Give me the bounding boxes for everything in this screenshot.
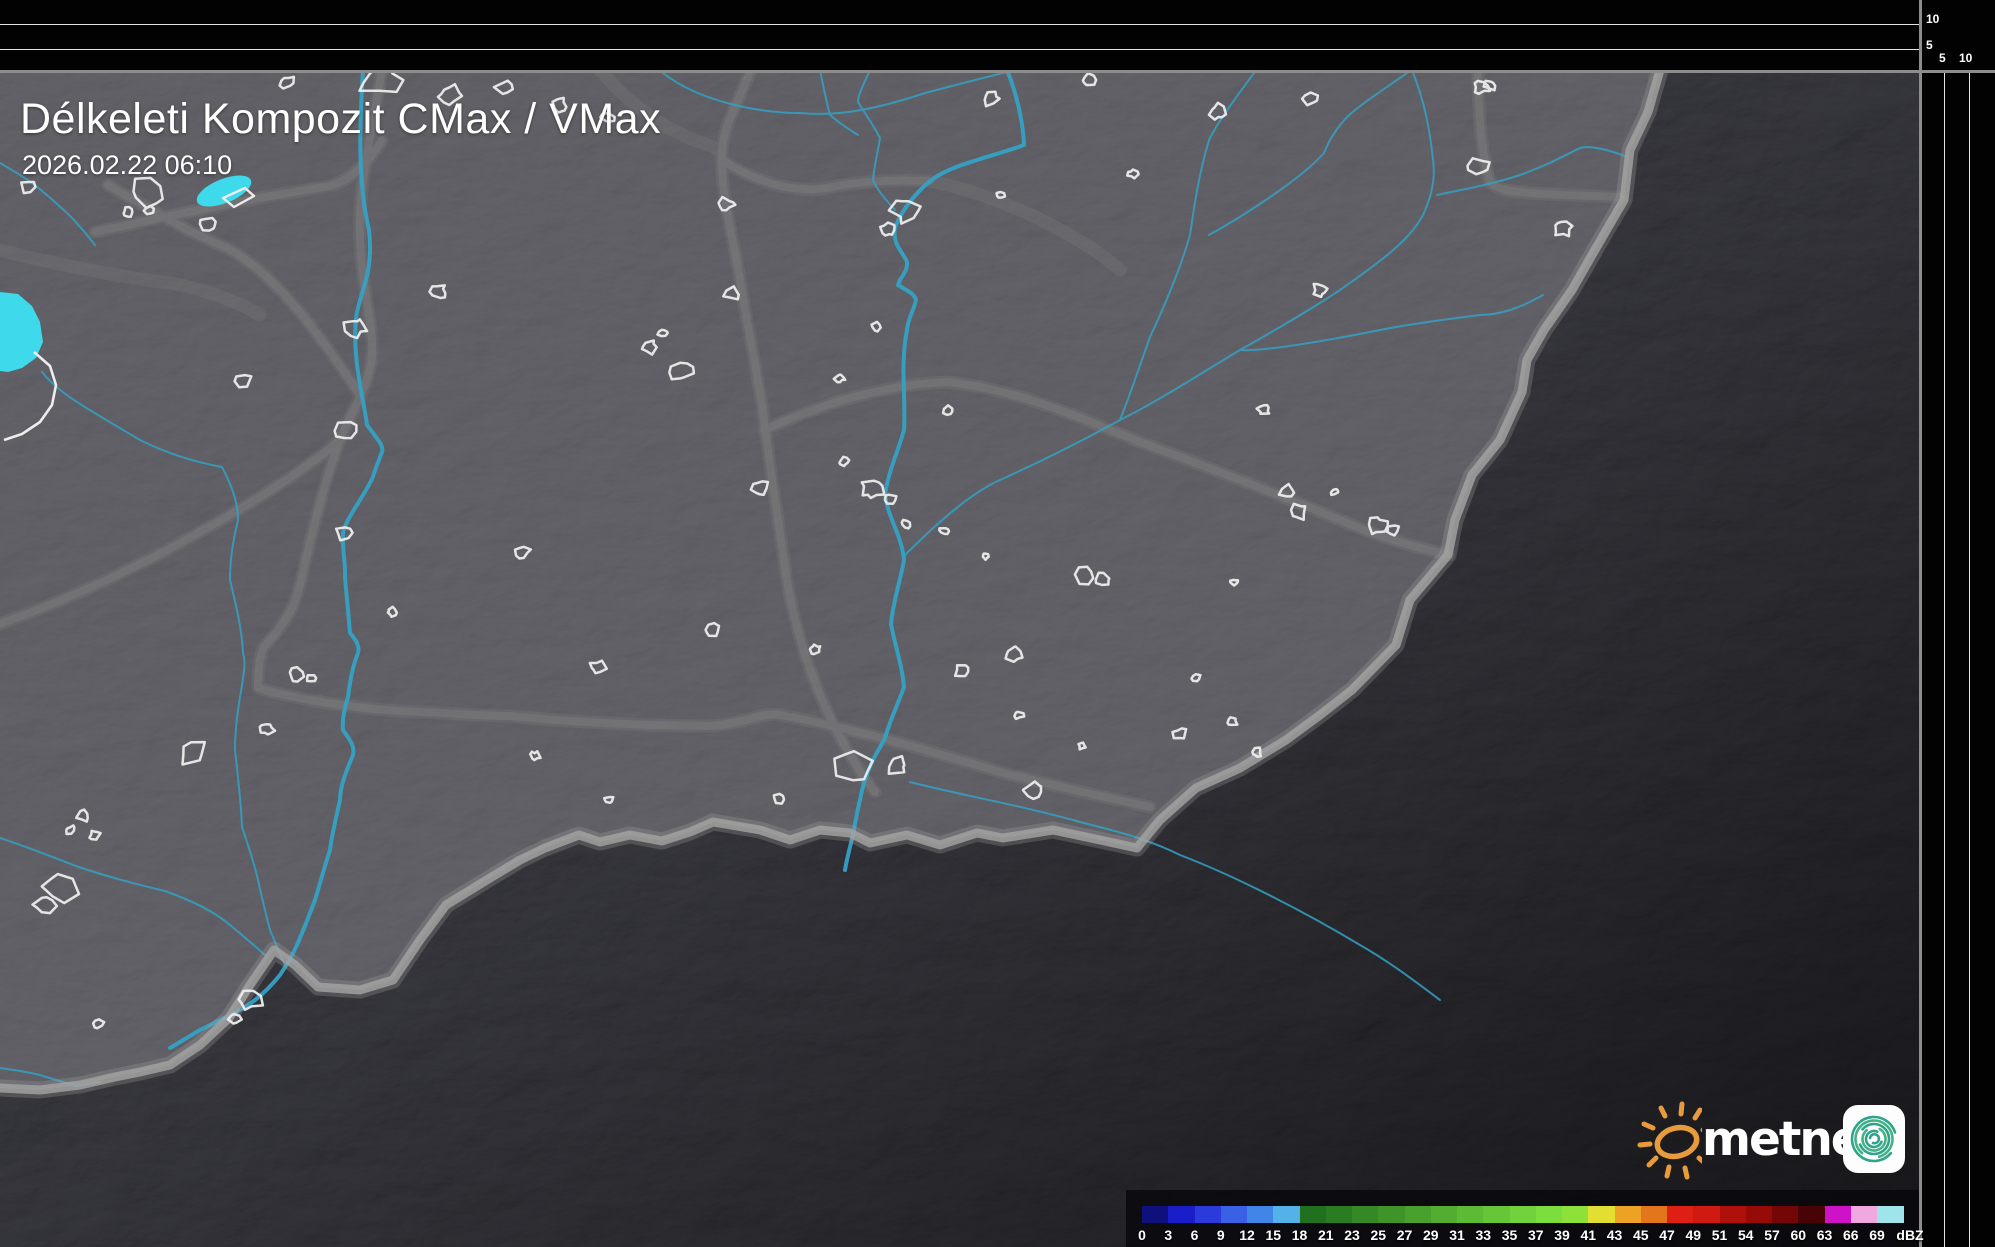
colorbar-segment-45 [1641, 1206, 1668, 1223]
radar-composite-window: 10 5 5 10 Délkeleti Kompozit CMax / VMax… [0, 0, 1995, 1247]
colorbar-segment-60 [1798, 1206, 1825, 1223]
height-gridline-5km-top [0, 49, 1919, 50]
colorbar-unit-label: dBZ [1890, 1227, 1930, 1243]
map-right-divider [1919, 0, 1922, 1247]
colorbar-segment-35 [1510, 1206, 1537, 1223]
colorbar-segment-57 [1772, 1206, 1799, 1223]
height-gridline-5km-right [1944, 73, 1945, 1247]
colorbar-segment-69 [1877, 1206, 1904, 1223]
colorbar-segment-39 [1562, 1206, 1589, 1223]
height-scale-label-10: 10 [1926, 13, 1939, 25]
colorbar-segment-21 [1326, 1206, 1353, 1223]
colorbar-segment-47 [1667, 1206, 1694, 1223]
sun-icon [1636, 1098, 1702, 1182]
colorbar-segment-49 [1693, 1206, 1720, 1223]
colorbar-segment-0 [1142, 1206, 1169, 1223]
colorbar-segment-29 [1431, 1206, 1458, 1223]
colorbar-segment-23 [1352, 1206, 1379, 1223]
colorbar-segment-63 [1825, 1206, 1852, 1223]
colorbar-segment-15 [1273, 1206, 1300, 1223]
colorbar-segment-31 [1457, 1206, 1484, 1223]
colorbar-segment-41 [1588, 1206, 1615, 1223]
height-scale-label-5: 5 [1926, 39, 1933, 51]
height-gridline-10km-right [1969, 73, 1970, 1247]
metnet-app-icon [1843, 1105, 1905, 1173]
colorbar-segment-27 [1405, 1206, 1432, 1223]
colorbar-segment-12 [1247, 1206, 1274, 1223]
spiral-icon [1843, 1105, 1905, 1173]
product-timestamp: 2026.02.22 06:10 [22, 150, 232, 181]
radar-map-canvas [0, 73, 1919, 1247]
colorbar-segment-51 [1720, 1206, 1747, 1223]
metnet-logo[interactable]: metnet [1636, 1098, 1916, 1182]
colorbar-segment-54 [1746, 1206, 1773, 1223]
product-title: Délkeleti Kompozit CMax / VMax [20, 95, 661, 144]
colorbar-segment-18 [1300, 1206, 1327, 1223]
colorbar-segment-3 [1168, 1206, 1195, 1223]
height-profile-right-panel [1922, 0, 1995, 1247]
colorbar-segment-33 [1483, 1206, 1510, 1223]
colorbar-segment-66 [1851, 1206, 1878, 1223]
height-scale-label-h10: 10 [1959, 52, 1972, 64]
map-top-divider [0, 70, 1995, 73]
colorbar-segment-43 [1615, 1206, 1642, 1223]
colorbar-segment-6 [1195, 1206, 1222, 1223]
colorbar-segment-37 [1536, 1206, 1563, 1223]
height-scale-label-h5: 5 [1939, 52, 1946, 64]
height-profile-top-panel [0, 0, 1995, 70]
colorbar-segment-25 [1378, 1206, 1405, 1223]
height-gridline-10km-top [0, 24, 1919, 25]
colorbar-segment-9 [1221, 1206, 1248, 1223]
